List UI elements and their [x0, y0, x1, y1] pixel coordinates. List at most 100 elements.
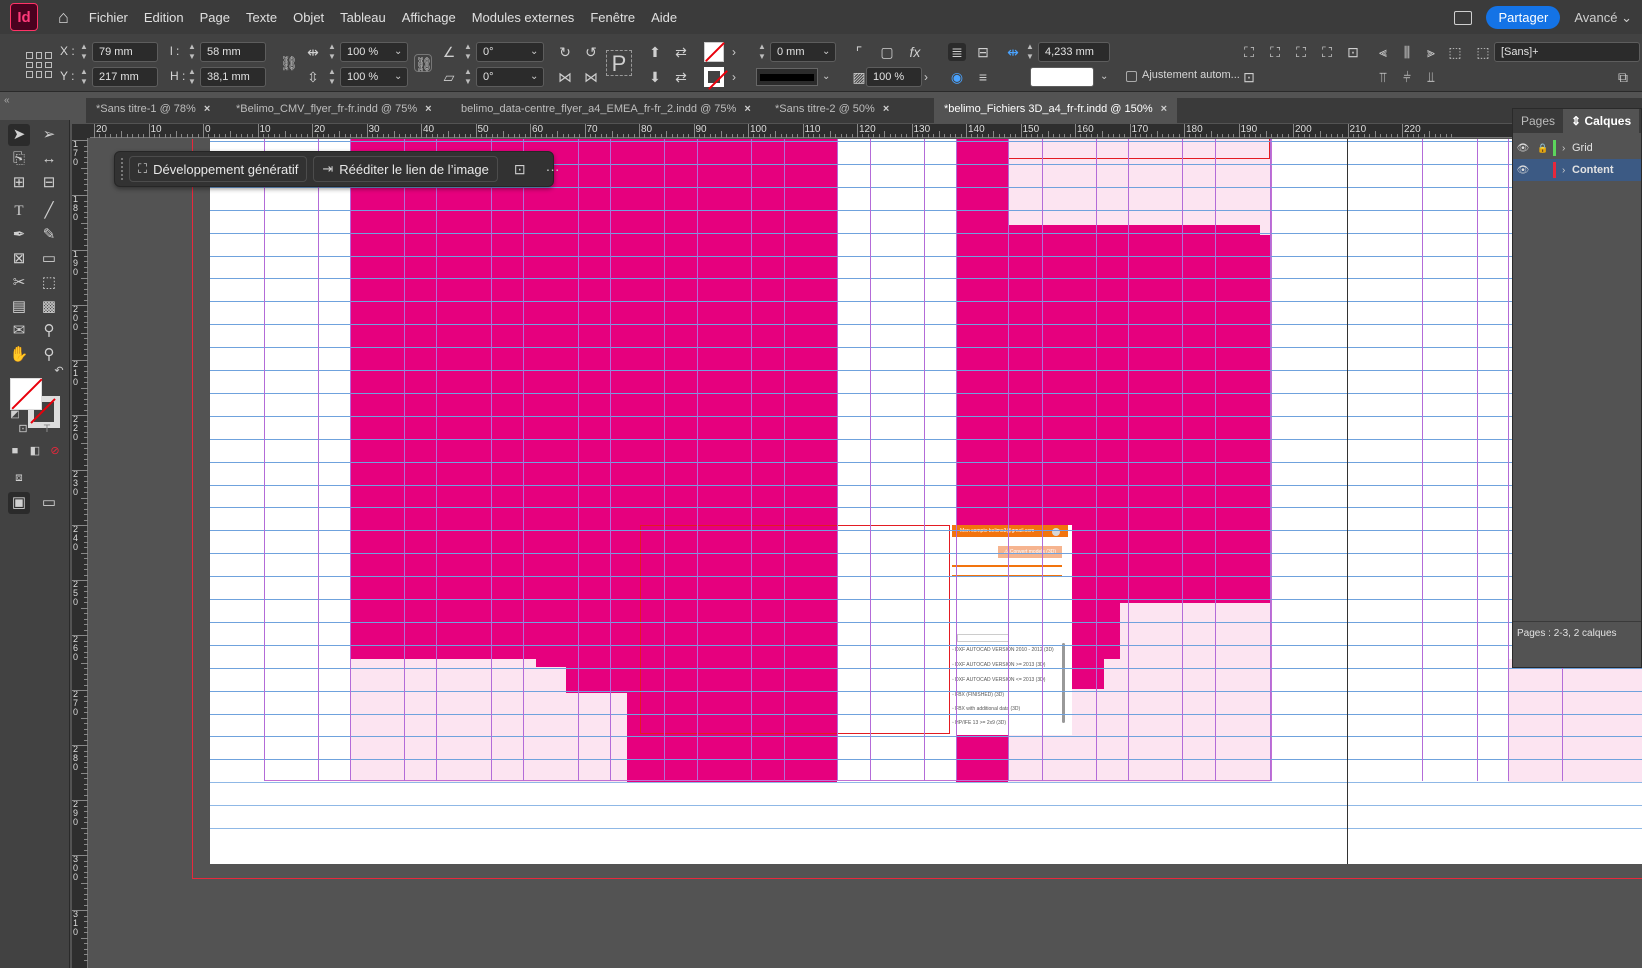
frame-color-field[interactable]: [1030, 67, 1094, 87]
height-stepper[interactable]: ▲ ▼: [186, 67, 198, 87]
chevron-right-icon[interactable]: ›: [732, 45, 736, 59]
menu-fenetre[interactable]: Fenêtre: [590, 10, 635, 25]
x-field[interactable]: 79 mm: [92, 42, 158, 62]
gap-tool-icon[interactable]: ↔: [38, 148, 60, 170]
fill-frame-proportionally-icon[interactable]: ⛶: [1240, 43, 1258, 61]
line-tool-icon[interactable]: ╱: [38, 200, 60, 222]
vertical-ruler[interactable]: 170 180 190 200 210 220 230 240 250 260 270 280 290 3…: [72, 138, 88, 968]
apply-color-icon[interactable]: ■: [4, 440, 26, 462]
object-style-field[interactable]: [Sans]+: [1494, 42, 1640, 62]
chevron-down-icon[interactable]: ⌄: [394, 71, 402, 82]
menu-edition[interactable]: Edition: [144, 10, 184, 25]
stroke-weight-stepper[interactable]: ▲ ▼: [756, 42, 768, 62]
chevron-down-icon[interactable]: ⌄: [530, 46, 538, 57]
layer-row-grid[interactable]: 👁 🔒 › Grid: [1513, 137, 1641, 159]
menu-modules-externes[interactable]: Modules externes: [472, 10, 575, 25]
content-placer-icon[interactable]: ⊟: [38, 172, 60, 194]
fit-frame-to-content-icon[interactable]: ⛶: [1292, 43, 1310, 61]
scale-y-stepper[interactable]: ▲ ▼: [326, 67, 338, 87]
menu-texte[interactable]: Texte: [246, 10, 277, 25]
y-field[interactable]: 217 mm: [92, 67, 158, 87]
free-transform-tool-icon[interactable]: ⬚: [38, 272, 60, 294]
more-options-icon[interactable]: ···: [546, 161, 560, 177]
close-icon[interactable]: ×: [883, 103, 889, 115]
link-scale-icon[interactable]: ⛓: [414, 54, 433, 72]
menu-tableau[interactable]: Tableau: [340, 10, 386, 25]
rectangle-tool-icon[interactable]: ▭: [38, 248, 60, 270]
screen-mode-icon[interactable]: ▭: [38, 492, 60, 514]
center-content-icon[interactable]: ⊡: [1344, 43, 1362, 61]
drop-shadow-icon[interactable]: ▢: [878, 43, 896, 61]
menu-affichage[interactable]: Affichage: [402, 10, 456, 25]
close-icon[interactable]: ×: [425, 103, 431, 115]
align-left-icon[interactable]: ⫷: [1374, 43, 1392, 61]
close-icon[interactable]: ×: [1161, 103, 1167, 115]
quick-apply-icon[interactable]: ⧉: [1614, 68, 1632, 86]
width-field[interactable]: 58 mm: [200, 42, 266, 62]
align-right-icon[interactable]: ⫸: [1422, 43, 1440, 61]
x-stepper[interactable]: ▲ ▼: [78, 42, 90, 62]
content-collector-icon[interactable]: ⊞: [8, 172, 30, 194]
tab-sans-titre-2[interactable]: *Sans titre-2 @ 50% ×: [765, 98, 899, 123]
path-direction-icon[interactable]: P: [606, 50, 632, 76]
formatting-container-icon[interactable]: ⊡: [12, 418, 34, 440]
spacing-field[interactable]: 4,233 mm: [1038, 42, 1110, 62]
publish-online-icon[interactable]: [1454, 10, 1473, 25]
scissors-tool-icon[interactable]: ✂: [8, 272, 30, 294]
tab-belimo-fichiers-3d[interactable]: *belimo_Fichiers 3D_a4_fr-fr.indd @ 150%…: [934, 98, 1178, 123]
chevron-down-icon[interactable]: ⌄: [822, 71, 830, 82]
select-content-icon[interactable]: ⬇: [646, 68, 664, 86]
hand-tool-icon[interactable]: ✋: [8, 344, 30, 366]
chevron-down-icon[interactable]: ⌄: [822, 46, 830, 57]
pen-tool-icon[interactable]: ✒: [8, 224, 30, 246]
page-tool-icon[interactable]: ⎘: [8, 148, 30, 170]
chevron-down-icon[interactable]: ⌄: [530, 71, 538, 82]
corner-options-icon[interactable]: ⌜: [850, 43, 868, 61]
select-previous-icon[interactable]: ⇄: [672, 43, 690, 61]
rotate-ccw-icon[interactable]: ↺: [582, 43, 600, 61]
relink-image-button[interactable]: ⇥ Rééditer le lien de l’image: [313, 156, 498, 182]
horizontal-ruler[interactable]: 20 10 0 10 20 30 40 50 60 70 80 90 100 110 120 130 140 15…: [90, 124, 1642, 138]
normal-view-icon[interactable]: ▣: [8, 492, 30, 514]
align-to-selection-icon[interactable]: ⬚: [1446, 43, 1464, 61]
stroke-none-swatch[interactable]: [704, 67, 724, 87]
text-wrap-jump-icon[interactable]: ≡: [974, 68, 992, 86]
type-tool-icon[interactable]: T: [8, 200, 30, 222]
width-stepper[interactable]: ▲ ▼: [186, 42, 198, 62]
menu-aide[interactable]: Aide: [651, 10, 677, 25]
rotate-cw-icon[interactable]: ↻: [556, 43, 574, 61]
opacity-field[interactable]: 100 %: [866, 67, 922, 87]
chevron-down-icon[interactable]: ⌄: [394, 46, 402, 57]
chevron-right-icon[interactable]: ›: [1562, 143, 1572, 154]
shear-stepper[interactable]: ▲ ▼: [462, 67, 474, 87]
close-icon[interactable]: ×: [204, 103, 210, 115]
tab-belimo-cmv-flyer[interactable]: *Belimo_CMV_flyer_fr-fr.indd @ 75% ×: [226, 98, 442, 123]
content-aware-fit-icon[interactable]: ⊡: [1240, 68, 1258, 86]
ruler-origin[interactable]: [72, 124, 90, 138]
select-container-icon[interactable]: ⬆: [646, 43, 664, 61]
formatting-text-icon[interactable]: T: [36, 418, 58, 440]
chevron-down-icon[interactable]: ⌄: [1100, 71, 1108, 82]
chevron-right-icon[interactable]: ›: [732, 70, 736, 84]
rectangle-frame-tool-icon[interactable]: ⊠: [8, 248, 30, 270]
chevron-right-icon[interactable]: ›: [1562, 165, 1572, 176]
tab-sans-titre-1[interactable]: *Sans titre-1 @ 78% ×: [86, 98, 220, 123]
apply-none-icon[interactable]: ⊘: [44, 440, 66, 462]
rotate-stepper[interactable]: ▲ ▼: [462, 42, 474, 62]
crop-icon[interactable]: ⊡: [514, 161, 526, 178]
tab-layers[interactable]: ⇕ Calques: [1563, 109, 1640, 133]
autofit-checkbox[interactable]: [1126, 71, 1137, 82]
tab-pages[interactable]: Pages: [1513, 109, 1563, 133]
fit-content-to-frame-icon[interactable]: ⛶: [1318, 43, 1336, 61]
height-field[interactable]: 38,1 mm: [200, 67, 266, 87]
align-center-icon[interactable]: ⫼: [1398, 43, 1416, 61]
tab-belimo-data-centre-flyer[interactable]: belimo_data-centre_flyer_a4_EMEA_fr-fr_2…: [451, 98, 761, 123]
menu-page[interactable]: Page: [200, 10, 230, 25]
align-bottom-icon[interactable]: ⫫: [1422, 68, 1440, 86]
text-wrap-box-icon[interactable]: ⊟: [974, 43, 992, 61]
flip-vertical-icon[interactable]: ⋈: [582, 68, 600, 86]
text-wrap-shape-icon[interactable]: ◉: [948, 68, 966, 86]
align-middle-icon[interactable]: ⫩: [1398, 68, 1416, 86]
text-wrap-none-icon[interactable]: ≣: [948, 43, 966, 61]
note-tool-icon[interactable]: ✉: [8, 320, 30, 342]
